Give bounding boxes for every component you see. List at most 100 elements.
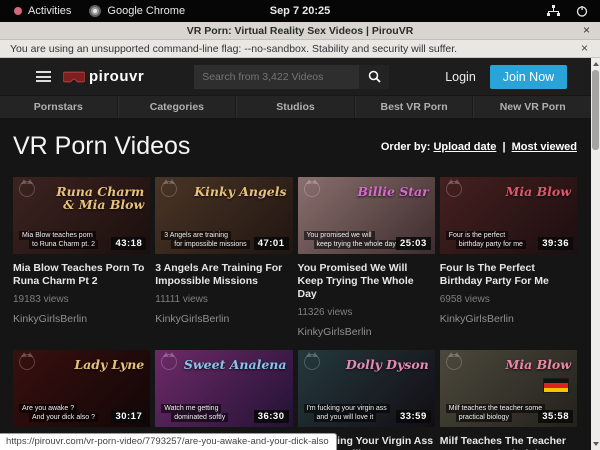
video-thumbnail[interactable]: Mia Blow Four is the perfectbirthday par… bbox=[440, 177, 577, 254]
hamburger-menu-icon[interactable] bbox=[36, 69, 51, 85]
tab-title: VR Porn: Virtual Reality Sex Videos | Pi… bbox=[187, 25, 414, 37]
network-tree-icon[interactable] bbox=[547, 5, 560, 17]
duration-badge: 30:17 bbox=[111, 410, 146, 423]
login-link[interactable]: Login bbox=[445, 70, 476, 84]
video-title[interactable]: Mia Blow Teaches Porn To Runa Charm Pt 2 bbox=[13, 262, 150, 288]
video-studio-link[interactable]: KinkyGirlsBerlin bbox=[13, 313, 150, 325]
thumbnail-caption: Milf teaches the teacher somepractical b… bbox=[446, 404, 545, 422]
nav-item-new-vr-porn[interactable]: New VR Porn bbox=[473, 96, 591, 118]
video-title[interactable]: You Promised We Will Keep Trying The Who… bbox=[298, 262, 435, 301]
page-heading-row: VR Porn Videos Order by: Upload date | M… bbox=[0, 118, 591, 171]
nav-item-studios[interactable]: Studios bbox=[236, 96, 355, 118]
video-card[interactable]: Runa Charm & Mia Blow Mia Blow teaches p… bbox=[13, 177, 150, 338]
video-card[interactable]: Billie Star You promised we willkeep try… bbox=[298, 177, 435, 338]
infobar-close-icon[interactable]: × bbox=[581, 41, 588, 55]
logo-text: pirouvr bbox=[89, 68, 144, 85]
status-url-bubble: https://pirouvr.com/vr-porn-video/779325… bbox=[0, 433, 337, 450]
video-views: 11111 views bbox=[155, 294, 292, 305]
chrome-warning-infobar: You are using an unsupported command-lin… bbox=[0, 40, 600, 58]
thumbnail-caption: Mia Blow teaches pornto Runa Charm pt. 2 bbox=[19, 231, 98, 249]
video-thumbnail[interactable]: Kinky Angels 3 Angels are trainingfor im… bbox=[155, 177, 292, 254]
main-nav: Pornstars Categories Studios Best VR Por… bbox=[0, 95, 591, 118]
scrollbar-down-arrow-icon[interactable] bbox=[593, 442, 599, 446]
duration-badge: 25:03 bbox=[396, 237, 431, 250]
duration-badge: 43:18 bbox=[111, 237, 146, 250]
video-studio-link[interactable]: KinkyGirlsBerlin bbox=[155, 313, 292, 325]
activities-button[interactable]: Activities bbox=[14, 5, 71, 17]
duration-badge: 33:59 bbox=[396, 410, 431, 423]
thumbnail-caption: Watch me gettingdominated softly bbox=[161, 404, 228, 422]
studio-cat-logo-icon bbox=[446, 354, 462, 370]
vr-headset-icon bbox=[63, 71, 85, 83]
video-studio-link[interactable]: KinkyGirlsBerlin bbox=[298, 326, 435, 338]
search-input[interactable] bbox=[194, 65, 359, 89]
clock[interactable]: Sep 7 20:25 bbox=[270, 5, 331, 17]
duration-badge: 36:30 bbox=[254, 410, 289, 423]
power-icon[interactable] bbox=[576, 5, 588, 17]
video-title[interactable]: Four Is The Perfect Birthday Party For M… bbox=[440, 262, 577, 288]
nav-item-best-vr-porn[interactable]: Best VR Porn bbox=[355, 96, 474, 118]
nav-item-pornstars[interactable]: Pornstars bbox=[0, 96, 118, 118]
order-separator: | bbox=[502, 141, 505, 153]
studio-cat-logo-icon bbox=[304, 354, 320, 370]
studio-cat-logo-icon bbox=[446, 181, 462, 197]
video-views: 6958 views bbox=[440, 294, 577, 305]
join-now-button[interactable]: Join Now bbox=[490, 65, 567, 89]
video-card[interactable]: Mia Blow Four is the perfectbirthday par… bbox=[440, 177, 577, 338]
order-by: Order by: Upload date | Most viewed bbox=[381, 141, 577, 153]
video-thumbnail[interactable]: Mia Blow Milf teaches the teacher somepr… bbox=[440, 350, 577, 427]
system-top-bar: Activities Google Chrome Sep 7 20:25 bbox=[0, 0, 600, 22]
order-by-label: Order by: bbox=[381, 141, 431, 153]
duration-badge: 47:01 bbox=[254, 237, 289, 250]
site-header: pirouvr Login Join Now bbox=[0, 58, 591, 95]
video-title[interactable]: 3 Angels Are Training For Impossible Mis… bbox=[155, 262, 292, 288]
page-scrollbar[interactable] bbox=[591, 58, 600, 450]
thumbnail-overlay-name: Mia Blow bbox=[506, 358, 571, 371]
search-button[interactable] bbox=[359, 65, 389, 89]
thumbnail-caption: Are you awake ?And your dick also ? bbox=[19, 404, 98, 422]
video-grid: Runa Charm & Mia Blow Mia Blow teaches p… bbox=[13, 177, 577, 450]
search-icon bbox=[368, 70, 381, 83]
scrollbar-up-arrow-icon[interactable] bbox=[593, 62, 599, 66]
video-card[interactable]: Kinky Angels 3 Angels are trainingfor im… bbox=[155, 177, 292, 338]
order-link-most-viewed[interactable]: Most viewed bbox=[512, 141, 577, 153]
video-thumbnail[interactable]: Lady Lyne Are you awake ?And your dick a… bbox=[13, 350, 150, 427]
thumbnail-overlay-name: Dolly Dyson bbox=[346, 358, 429, 371]
german-flag-icon bbox=[543, 378, 569, 393]
video-studio-link[interactable]: KinkyGirlsBerlin bbox=[440, 313, 577, 325]
search-bar bbox=[194, 65, 389, 89]
thumbnail-caption: You promised we willkeep trying the whol… bbox=[304, 231, 399, 249]
video-views: 19183 views bbox=[13, 294, 150, 305]
studio-cat-logo-icon bbox=[161, 181, 177, 197]
video-thumbnail[interactable]: Billie Star You promised we willkeep try… bbox=[298, 177, 435, 254]
order-link-upload-date[interactable]: Upload date bbox=[433, 141, 496, 153]
video-thumbnail[interactable]: Runa Charm & Mia Blow Mia Blow teaches p… bbox=[13, 177, 150, 254]
duration-badge: 39:36 bbox=[538, 237, 573, 250]
app-indicator-chrome[interactable]: Google Chrome bbox=[89, 5, 185, 17]
video-title[interactable]: Milf Teaches The Teacher Some Practical … bbox=[440, 435, 577, 450]
screen: Activities Google Chrome Sep 7 20:25 VR … bbox=[0, 0, 600, 450]
thumbnail-caption: 3 Angels are trainingfor impossible miss… bbox=[161, 231, 249, 249]
studio-cat-logo-icon bbox=[19, 354, 35, 370]
studio-cat-logo-icon bbox=[304, 181, 320, 197]
nav-item-categories[interactable]: Categories bbox=[118, 96, 237, 118]
thumbnail-overlay-name: Billie Star bbox=[357, 185, 428, 198]
duration-badge: 35:58 bbox=[538, 410, 573, 423]
activities-label: Activities bbox=[28, 5, 71, 17]
chrome-icon bbox=[89, 5, 101, 17]
thumbnail-overlay-name: Kinky Angels bbox=[194, 185, 286, 198]
video-thumbnail[interactable]: Sweet Analena Watch me gettingdominated … bbox=[155, 350, 292, 427]
notification-dot-icon bbox=[14, 7, 22, 15]
video-thumbnail[interactable]: Dolly Dyson I'm fucking your virgin assa… bbox=[298, 350, 435, 427]
warning-message: You are using an unsupported command-lin… bbox=[10, 43, 457, 55]
site-logo[interactable]: pirouvr bbox=[63, 68, 144, 85]
app-label: Google Chrome bbox=[107, 5, 185, 17]
browser-title-bar: VR Porn: Virtual Reality Sex Videos | Pi… bbox=[0, 22, 600, 40]
tab-close-icon[interactable]: × bbox=[583, 23, 590, 37]
thumbnail-overlay-name: Runa Charm & Mia Blow bbox=[41, 185, 144, 211]
video-card[interactable]: Mia Blow Milf teaches the teacher somepr… bbox=[440, 350, 577, 450]
thumbnail-overlay-name: Lady Lyne bbox=[74, 358, 144, 371]
thumbnail-overlay-name: Sweet Analena bbox=[184, 358, 287, 371]
scrollbar-thumb[interactable] bbox=[592, 70, 599, 150]
thumbnail-caption: I'm fucking your virgin assand you will … bbox=[304, 404, 390, 422]
